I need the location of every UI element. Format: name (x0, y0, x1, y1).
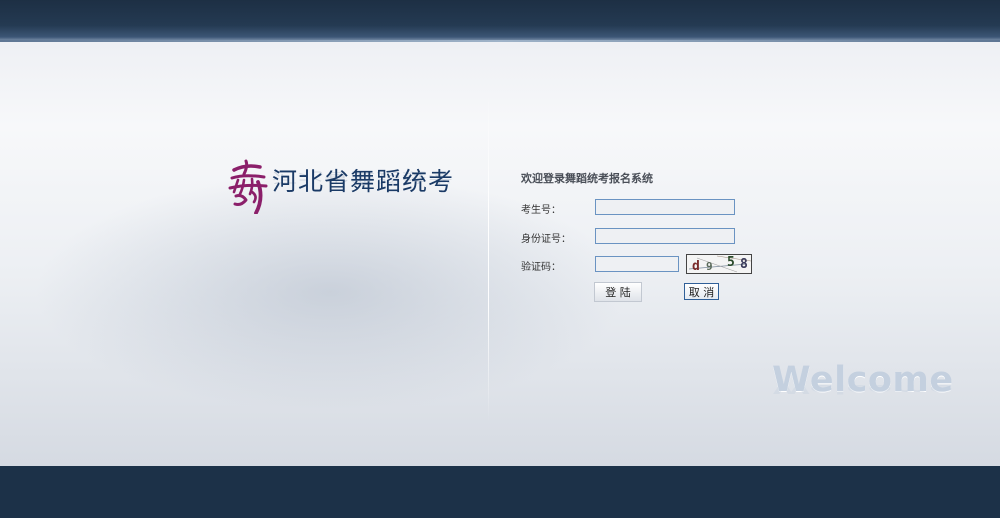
candidate-number-label: 考生号： (521, 205, 561, 216)
dance-calligraphy-logo-icon (228, 159, 268, 214)
id-card-label: 身份证号： (521, 234, 571, 245)
cancel-button[interactable]: 取 消 (684, 283, 719, 300)
logo-text-reflection: 河北省舞蹈统考 (272, 169, 455, 186)
login-page: 河北省舞蹈统考 河北省舞蹈统考 欢迎登录舞蹈统考报名系统 考生号： 身份证号： … (0, 0, 1000, 518)
login-form-title: 欢迎登录舞蹈统考报名系统 (521, 172, 653, 185)
captcha-char: 9 (706, 260, 713, 273)
captcha-label: 验证码： (521, 262, 561, 273)
site-logo: 河北省舞蹈统考 河北省舞蹈统考 (226, 158, 454, 218)
captcha-char: 8 (740, 257, 748, 272)
login-button[interactable]: 登 陆 (594, 282, 642, 302)
candidate-number-input[interactable] (595, 199, 735, 215)
welcome-watermark-reflection: Welcome (772, 382, 954, 396)
captcha-image[interactable]: d 9 5 8 (686, 254, 752, 274)
id-card-input[interactable] (595, 228, 735, 244)
captcha-input[interactable] (595, 256, 679, 272)
main-area (0, 42, 1000, 466)
top-banner (0, 0, 1000, 42)
captcha-char: d (692, 259, 700, 274)
panel-divider (488, 92, 489, 422)
captcha-char: 5 (727, 255, 735, 270)
footer-bar (0, 466, 1000, 518)
